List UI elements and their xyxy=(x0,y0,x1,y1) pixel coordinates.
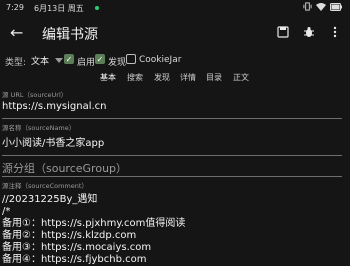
status-dot-icon xyxy=(95,6,99,10)
discover-checkbox[interactable]: ✓ xyxy=(95,54,105,64)
source-name-label: 源名称（sourceName） xyxy=(2,124,76,132)
tab-content[interactable]: 正文 xyxy=(233,72,249,83)
chevron-down-icon[interactable] xyxy=(55,58,63,63)
tab-detail[interactable]: 详情 xyxy=(180,72,196,83)
tab-bar: 基本 搜索 发现 详情 目录 正文 xyxy=(0,71,350,85)
comment-line: 备用③：https://s.mocaiys.com xyxy=(2,242,152,253)
comment-line: 备用①：https://s.pjxhmy.com值得阅读 xyxy=(2,218,186,229)
tab-toc[interactable]: 目录 xyxy=(206,72,222,83)
cookiejar-checkbox[interactable] xyxy=(126,54,136,64)
options-row: 类型: 文本 ✓ 启用 ✓ 发现 CookieJar xyxy=(0,50,350,70)
source-name-input[interactable]: 小小阅读/书香之家app xyxy=(2,134,342,149)
back-button[interactable]: ← xyxy=(10,23,23,42)
more-icon[interactable] xyxy=(328,25,342,39)
discover-label: 发现 xyxy=(108,58,127,68)
source-name-field[interactable]: 源名称（sourceName） 小小阅读/书香之家app xyxy=(2,122,342,156)
page-title: 编辑书源 xyxy=(42,27,98,43)
comment-line: /* xyxy=(2,206,11,217)
source-group-input[interactable]: 源分组（sourceGroup） xyxy=(2,160,127,176)
source-comment-input[interactable]: //20231225By_遇知 /* 备用①：https://s.pjxhmy.… xyxy=(2,194,342,266)
source-comment-field[interactable]: 源注释（sourceComment） //20231225By_遇知 /* 备用… xyxy=(2,180,342,266)
app-bar: ← 编辑书源 xyxy=(0,18,350,48)
battery-icon xyxy=(330,2,342,11)
status-time: 7:29 xyxy=(6,3,24,12)
status-date: 6月13日 周五 xyxy=(34,4,84,13)
cookiejar-label: CookieJar xyxy=(139,55,182,65)
appbar-actions xyxy=(276,25,342,39)
save-icon[interactable] xyxy=(276,25,290,39)
divider xyxy=(2,155,342,156)
enable-label: 启用 xyxy=(77,58,96,68)
source-url-label: 源 URL（sourceUrl） xyxy=(2,91,68,99)
divider xyxy=(2,118,342,119)
type-label: 类型: xyxy=(5,58,27,68)
vibrate-icon xyxy=(303,2,312,11)
type-select[interactable]: 文本 xyxy=(31,54,49,67)
status-bar: 7:29 6月13日 周五 xyxy=(0,0,350,16)
tab-discover[interactable]: 发现 xyxy=(154,72,170,83)
status-icons xyxy=(303,2,342,11)
comment-line: 备用②：https://s.klzdp.com xyxy=(2,230,137,241)
wifi-icon xyxy=(316,3,326,11)
comment-line: //20231225By_遇知 xyxy=(2,194,98,205)
enable-checkbox[interactable]: ✓ xyxy=(64,54,74,64)
divider xyxy=(2,176,342,177)
debug-icon[interactable] xyxy=(302,25,316,39)
tab-basic[interactable]: 基本 xyxy=(100,72,116,83)
comment-line: 备用④：https://s.fjybchb.com xyxy=(2,254,147,265)
source-comment-label: 源注释（sourceComment） xyxy=(2,182,88,190)
tab-search[interactable]: 搜索 xyxy=(127,72,143,83)
source-url-input[interactable]: https://s.mysignal.cn xyxy=(2,101,342,112)
source-url-field[interactable]: 源 URL（sourceUrl） https://s.mysignal.cn xyxy=(2,89,342,119)
